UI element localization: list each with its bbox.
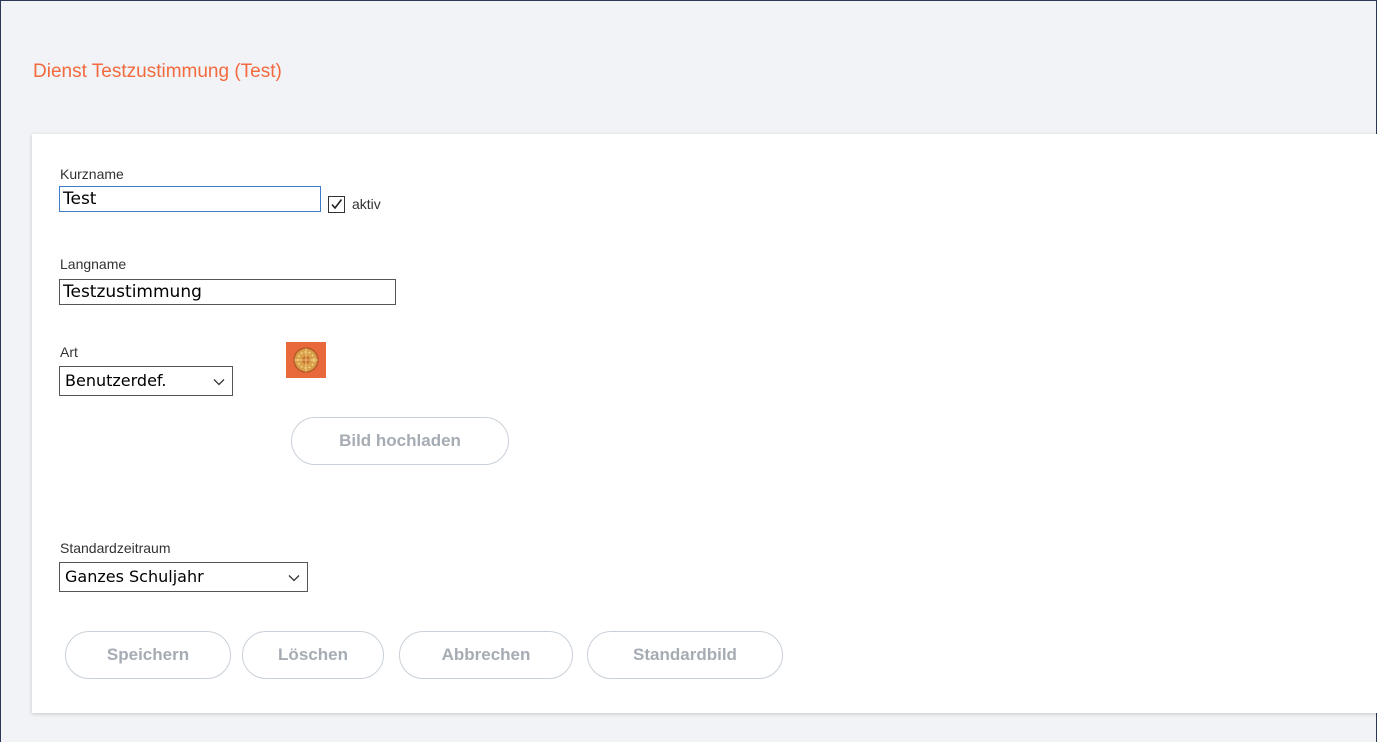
art-select[interactable]: Benutzerdef. [59, 366, 233, 396]
kurzname-label: Kurzname [60, 166, 124, 182]
art-selected-value: Benutzerdef. [65, 371, 167, 390]
standardzeitraum-label: Standardzeitraum [60, 540, 171, 556]
aktiv-label: aktiv [352, 196, 381, 212]
langname-input[interactable]: Testzustimmung [59, 279, 396, 305]
kurzname-input[interactable]: Test [59, 186, 321, 212]
custom-image-thumbnail-icon [286, 342, 326, 378]
default-image-button[interactable]: Standardbild [587, 631, 783, 679]
cancel-button[interactable]: Abbrechen [399, 631, 573, 679]
save-button[interactable]: Speichern [65, 631, 231, 679]
langname-label: Langname [60, 256, 127, 272]
service-edit-form: Kurzname Test aktiv Langname Testzustimm… [32, 134, 1377, 713]
chevron-down-icon [213, 379, 225, 386]
upload-image-button[interactable]: Bild hochladen [291, 417, 509, 465]
chevron-down-icon [288, 575, 300, 582]
page-title: Dienst Testzustimmung (Test) [33, 61, 282, 82]
standardzeitraum-select[interactable]: Ganzes Schuljahr [59, 562, 308, 592]
checkmark-icon [331, 199, 343, 210]
delete-button[interactable]: Löschen [242, 631, 384, 679]
app-frame: Dienst Testzustimmung (Test) Kurzname Te… [0, 0, 1377, 742]
aktiv-checkbox[interactable] [328, 196, 345, 213]
standardzeitraum-selected-value: Ganzes Schuljahr [65, 567, 204, 586]
art-label: Art [60, 344, 78, 360]
